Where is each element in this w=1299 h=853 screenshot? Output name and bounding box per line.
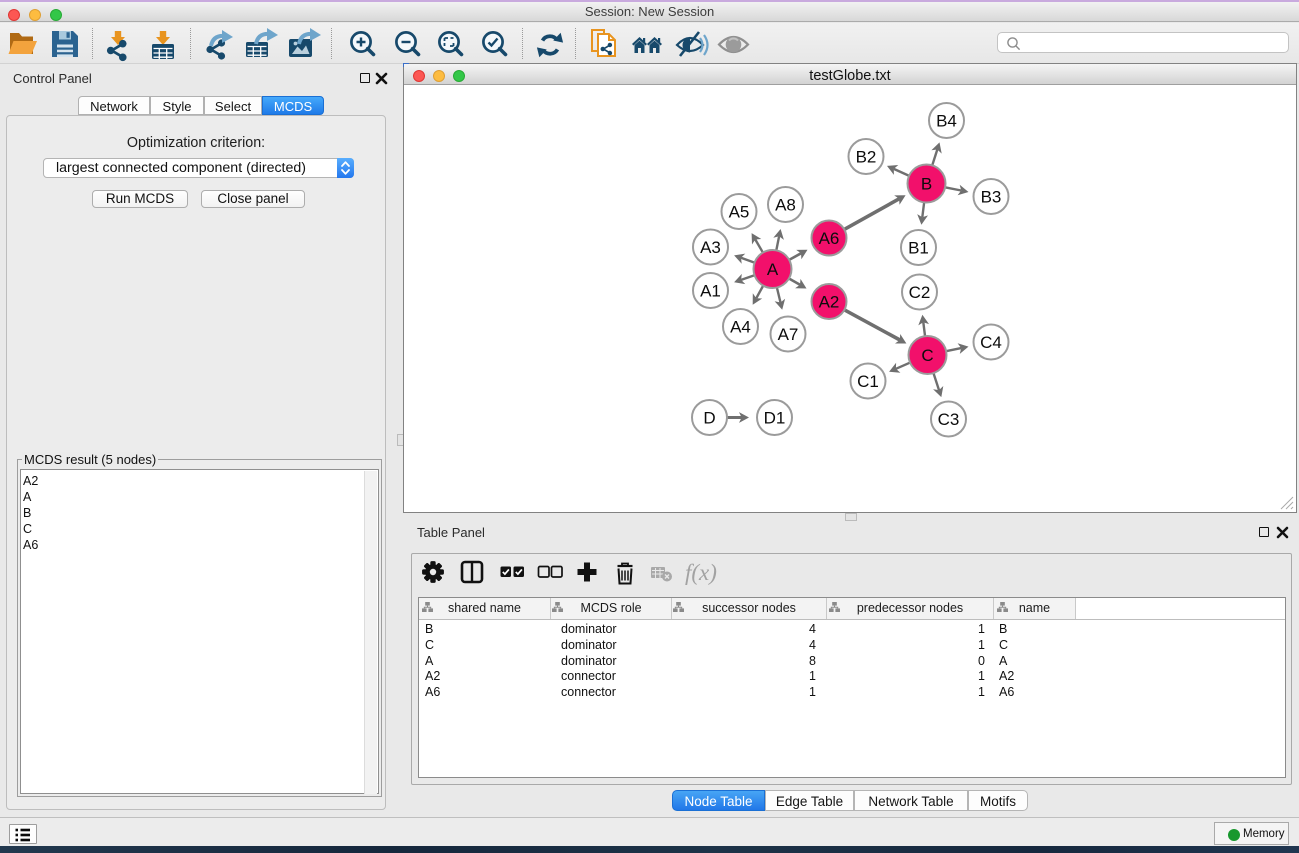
svg-text:C3: C3 <box>938 410 960 429</box>
svg-text:D: D <box>703 409 715 428</box>
svg-text:f(x): f(x) <box>685 560 717 585</box>
svg-text:A1: A1 <box>700 282 721 301</box>
svg-text:A8: A8 <box>775 196 796 215</box>
svg-text:B4: B4 <box>936 112 957 131</box>
svg-text:A: A <box>767 260 779 279</box>
svg-text:C2: C2 <box>909 283 931 302</box>
svg-text:B3: B3 <box>981 188 1002 207</box>
svg-text:D1: D1 <box>764 409 786 428</box>
svg-text:A4: A4 <box>730 318 751 337</box>
svg-text:B2: B2 <box>856 148 877 167</box>
svg-text:A6: A6 <box>819 229 840 248</box>
svg-text:C1: C1 <box>857 372 879 391</box>
svg-text:A3: A3 <box>700 238 721 257</box>
svg-text:A2: A2 <box>819 293 840 312</box>
svg-text:A5: A5 <box>729 203 750 222</box>
svg-text:C4: C4 <box>980 333 1002 352</box>
svg-text:C: C <box>921 346 933 365</box>
svg-text:A7: A7 <box>778 325 799 344</box>
svg-text:B1: B1 <box>908 239 929 258</box>
svg-text:B: B <box>921 175 932 194</box>
